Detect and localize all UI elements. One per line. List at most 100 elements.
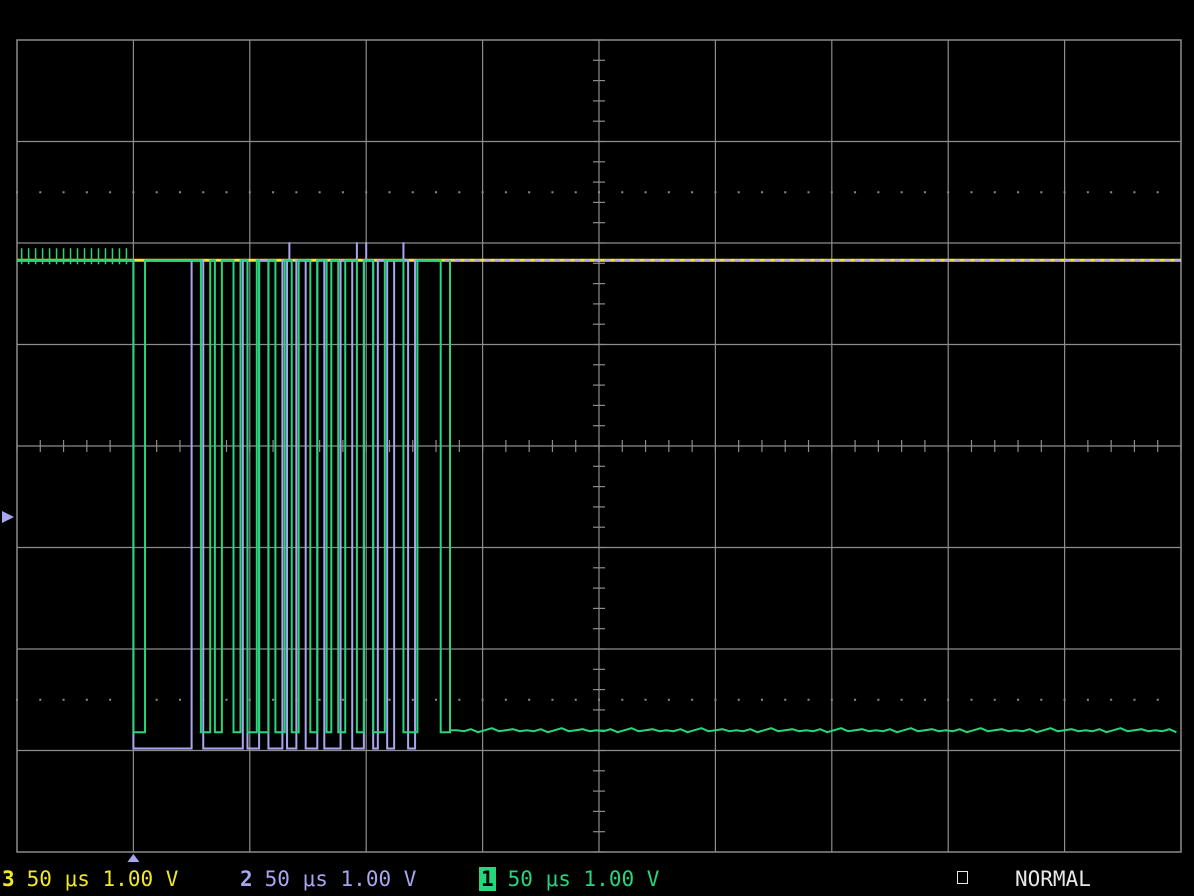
grid-dot [365,698,368,701]
grid-dot [388,698,391,701]
grid-dot [272,191,275,194]
grid-dot [830,698,833,701]
grid-dot [551,698,554,701]
grid-dot [85,191,88,194]
ch2-readout: 2 50 μs 1.00 V [240,862,416,896]
grid-dot [574,698,577,701]
ch1-timebase: 50 μs [507,867,571,891]
ch3-readout: 3 50 μs 1.00 V [2,862,178,896]
grid-dot [1110,191,1113,194]
grid-dot [1133,191,1136,194]
grid-dot [504,191,507,194]
oscilloscope-display [2,39,1182,862]
trigger-mode-label: NORMAL [1015,867,1091,891]
grid-dot [178,698,181,701]
grid-dot [1017,698,1020,701]
grid-dot [62,191,65,194]
grid-dot [807,698,810,701]
grid-dot [1156,191,1159,194]
grid-dot [435,191,438,194]
grid-dot [621,191,624,194]
grid-dot [109,191,112,194]
grid-dot [854,698,857,701]
grid-dot [62,698,65,701]
grid-dot [295,191,298,194]
grid-dot [737,191,740,194]
ch2-timebase: 50 μs [264,867,328,891]
grid-dot [132,191,135,194]
grid-dot [109,698,112,701]
grid-dot [85,698,88,701]
grid-dot [900,698,903,701]
ch1-number: 1 [479,867,496,891]
grid-dot [993,191,996,194]
grid-dot [365,191,368,194]
grid-dot [877,191,880,194]
grid-dot [807,191,810,194]
grid-dot [667,191,670,194]
grid-dot [248,191,251,194]
grid-dot [39,698,42,701]
grid-dot [1086,698,1089,701]
grid-dot [481,698,484,701]
grid-dot [272,698,275,701]
grid-dot [970,698,973,701]
grid-dot [504,698,507,701]
grid-dot [458,191,461,194]
grid-dot [574,191,577,194]
markers [2,511,140,862]
ch3-volts: 1.00 V [102,867,179,891]
grid-dot [388,191,391,194]
grid-dot [644,698,647,701]
grid-dot [551,191,554,194]
grid-dot [598,698,600,701]
grid-dot [667,698,670,701]
grid-dot [1110,698,1113,701]
grid-dot [1040,191,1043,194]
grid-dot [318,698,321,701]
grid-dot [737,698,740,701]
grid-dot [1156,698,1159,701]
ch3-number: 3 [2,867,15,891]
grid-dot [1017,191,1020,194]
grid-dot [225,191,228,194]
grid-dot [435,698,438,701]
grid-dot [528,191,531,194]
grid-dot [947,698,950,701]
grid-dot [528,698,531,701]
grid-dot [760,191,763,194]
grid-dot [714,698,717,701]
grid-dot [691,191,694,194]
grid-dot [854,191,857,194]
grid-dot [39,191,42,194]
grid-dot [1086,191,1089,194]
grid-dot [1040,698,1043,701]
acquisition-mode-icon [957,871,968,884]
ch3-timebase: 50 μs [26,867,90,891]
status-bar: 3 50 μs 1.00 V 2 50 μs 1.00 V 1 50 μs 1.00 … [0,862,1194,896]
grid-dot [598,191,600,194]
ch2-number: 2 [240,867,253,891]
grid-dot [923,698,926,701]
grid-dot [1063,698,1066,701]
grid-dot [318,191,321,194]
grid-dot [155,191,158,194]
grid-dot [970,191,973,194]
grid-dot [341,698,344,701]
grid-dot [784,698,787,701]
grid-dot [923,191,926,194]
grid-dot [1063,191,1066,194]
trigger-level-marker [2,511,14,524]
trigger-position-marker [127,854,140,862]
grid-dot [760,698,763,701]
grid-dot [481,191,484,194]
grid-dot [784,191,787,194]
grid-dot [900,191,903,194]
grid-dot [411,191,414,194]
grid-dot [691,698,694,701]
grid-dot [225,698,228,701]
ch1-readout: 1 50 μs 1.00 V [479,862,659,896]
grid-dot [202,191,205,194]
grid-dot [947,191,950,194]
ch2-volts: 1.00 V [340,867,417,891]
